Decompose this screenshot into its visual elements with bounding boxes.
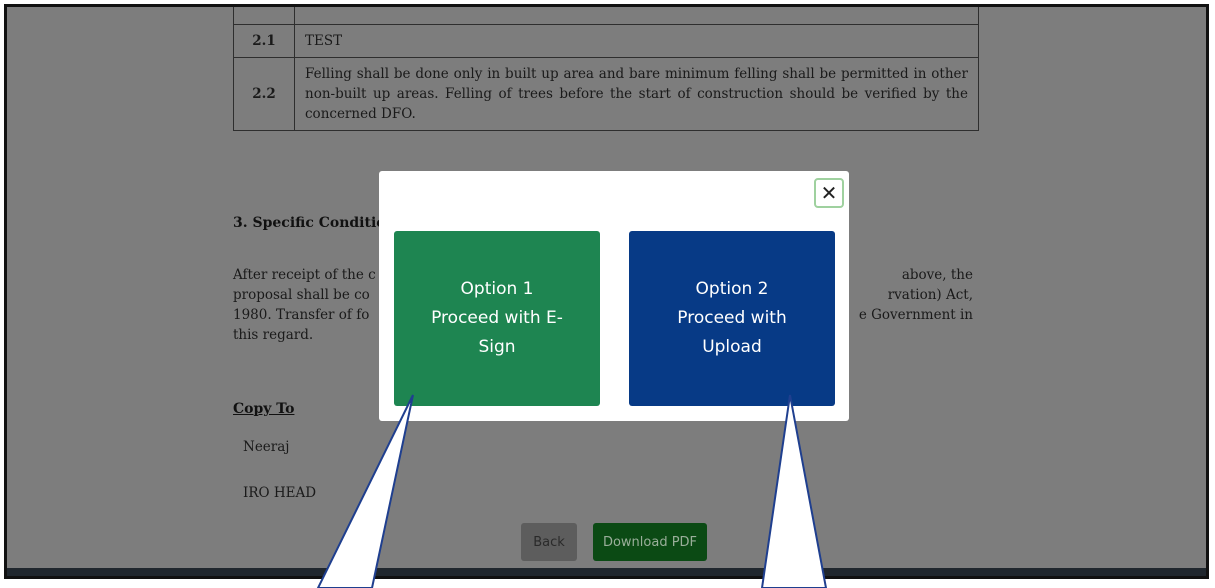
callout-pointer-right — [760, 394, 828, 588]
callout-annotations — [316, 394, 828, 588]
callout-pointer-left — [316, 394, 414, 588]
